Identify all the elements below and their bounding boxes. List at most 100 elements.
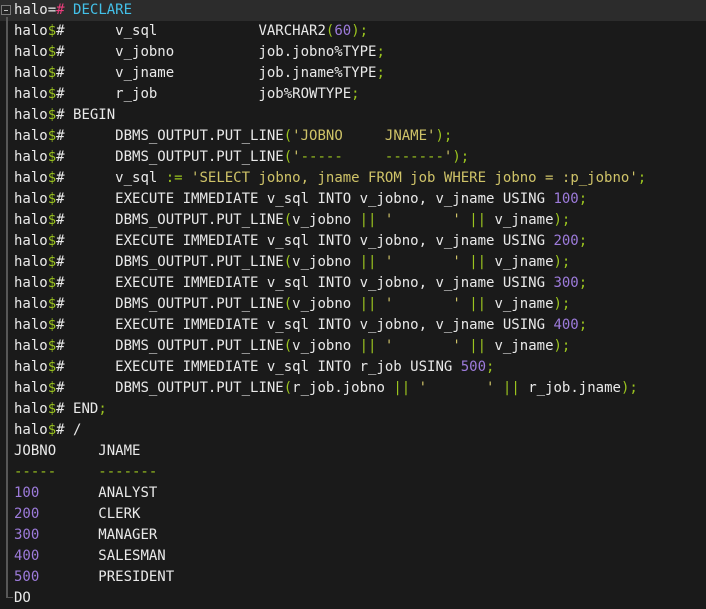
text-segment: ' '	[384, 296, 461, 312]
text-segment: ;	[578, 233, 588, 249]
text-segment: #	[56, 212, 74, 228]
text-segment: v_jobno	[292, 212, 360, 228]
text-segment: halo	[14, 401, 48, 417]
text-segment: #	[56, 65, 74, 81]
text-segment: r_job.jname	[519, 380, 621, 396]
text-segment: $	[47, 296, 57, 312]
text-segment: );	[435, 128, 453, 144]
terminal-line: halo$# EXECUTE IMMEDIATE v_sql INTO v_jo…	[0, 189, 706, 210]
text-segment: CLERK	[39, 506, 141, 522]
text-segment: DBMS_OUTPUT.PUT_LINE	[73, 128, 284, 144]
text-segment: BEGIN	[73, 107, 116, 123]
text-segment: #	[56, 401, 74, 417]
text-segment: v_sql	[73, 170, 166, 186]
text-segment	[65, 2, 73, 18]
fold-collapse-icon[interactable]	[1, 5, 11, 15]
text-segment: $	[47, 254, 57, 270]
text-segment: halo	[14, 170, 48, 186]
terminal-line: halo$# DBMS_OUTPUT.PUT_LINE(v_jobno || '…	[0, 294, 706, 315]
text-segment: #	[56, 44, 74, 60]
text-segment: ||	[359, 212, 377, 228]
text-segment	[376, 338, 384, 354]
text-segment: PRESIDENT	[39, 569, 175, 585]
text-segment	[461, 296, 469, 312]
minus-glyph	[4, 10, 8, 11]
terminal-line: 500 PRESIDENT	[0, 567, 706, 588]
text-segment: 100	[14, 485, 40, 501]
terminal-line: halo$# DBMS_OUTPUT.PUT_LINE(v_jobno || '…	[0, 210, 706, 231]
text-segment: halo	[14, 275, 48, 291]
terminal-line: halo$# END;	[0, 399, 706, 420]
text-segment: #	[56, 233, 74, 249]
text-segment: ||	[359, 296, 377, 312]
text-segment: ||	[469, 254, 487, 270]
text-segment: ----- -------	[300, 149, 444, 165]
text-segment: halo	[14, 317, 48, 333]
text-segment: );	[553, 338, 571, 354]
text-segment: (	[283, 128, 293, 144]
text-segment: 400	[14, 548, 40, 564]
text-segment: 100	[553, 191, 579, 207]
text-segment: 200	[14, 506, 40, 522]
text-segment	[461, 254, 469, 270]
terminal-line: halo$# DBMS_OUTPUT.PUT_LINE(v_jobno || '…	[0, 336, 706, 357]
text-segment: ||	[469, 212, 487, 228]
text-segment: ' '	[384, 338, 461, 354]
text-segment: ||	[359, 254, 377, 270]
text-segment: 500	[460, 359, 487, 375]
text-segment	[376, 212, 384, 228]
text-segment: v_jobno job.jobno%TYPE	[73, 44, 377, 60]
text-segment: $	[47, 422, 57, 438]
text-segment: $	[47, 128, 57, 144]
text-segment: $	[47, 380, 57, 396]
text-segment: v_jname	[486, 296, 554, 312]
text-segment: v_jname	[486, 212, 554, 228]
terminal-output: halo=# DECLARE halo$# v_sql VARCHAR2(60);…	[0, 0, 706, 609]
terminal-line: halo$# DBMS_OUTPUT.PUT_LINE('JOBNO JNAME…	[0, 126, 706, 147]
text-segment: $	[47, 212, 57, 228]
fold-guide-corner	[6, 597, 13, 598]
text-segment: 500	[14, 569, 40, 585]
text-segment: );	[553, 254, 571, 270]
text-segment: #	[56, 359, 74, 375]
text-segment: halo	[14, 23, 48, 39]
text-segment: ;	[98, 401, 107, 417]
terminal-line: halo$# EXECUTE IMMEDIATE v_sql INTO v_jo…	[0, 231, 706, 252]
text-segment	[376, 296, 384, 312]
terminal-line: halo$# /	[0, 420, 706, 441]
text-segment: $	[47, 401, 57, 417]
fold-guide-line	[6, 17, 8, 598]
terminal-screen[interactable]: halo=# DECLARE halo$# v_sql VARCHAR2(60);…	[0, 0, 706, 609]
text-segment: #	[56, 128, 74, 144]
text-segment: halo	[14, 254, 48, 270]
text-segment: $	[47, 191, 57, 207]
text-segment: );	[351, 23, 369, 39]
text-segment: halo	[14, 233, 48, 249]
text-segment: 200	[553, 233, 579, 249]
text-segment: $	[47, 359, 57, 375]
text-segment: halo	[14, 212, 48, 228]
terminal-line: halo=# DECLARE	[0, 0, 706, 21]
terminal-line: JOBNO JNAME	[0, 441, 706, 462]
text-segment: $	[47, 23, 57, 39]
text-segment: );	[620, 380, 638, 396]
text-segment: v_sql VARCHAR2	[73, 23, 326, 39]
terminal-line: halo$# v_sql VARCHAR2(60);	[0, 21, 706, 42]
text-segment: #	[56, 338, 74, 354]
text-segment: 60	[334, 23, 352, 39]
text-segment: ;	[578, 191, 588, 207]
text-segment: EXECUTE IMMEDIATE v_sql INTO v_jobno, v_…	[73, 191, 554, 207]
text-segment: r_job.jobno	[292, 380, 394, 396]
text-segment: DECLARE	[73, 2, 133, 18]
text-segment: /	[73, 422, 82, 438]
text-segment: ;	[578, 275, 588, 291]
text-segment	[376, 254, 384, 270]
terminal-line: halo$# EXECUTE IMMEDIATE v_sql INTO v_jo…	[0, 315, 706, 336]
text-segment: halo	[14, 107, 48, 123]
text-segment: halo	[14, 296, 48, 312]
text-segment: halo	[14, 338, 48, 354]
text-segment: $	[47, 170, 57, 186]
text-segment: halo	[14, 191, 48, 207]
text-segment: (	[283, 338, 293, 354]
text-segment: (	[283, 254, 293, 270]
